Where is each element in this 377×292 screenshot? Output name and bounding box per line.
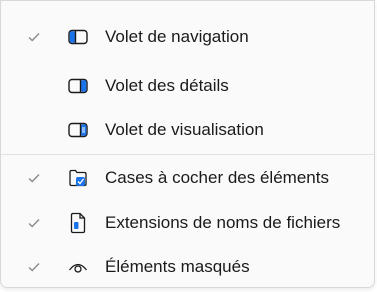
checkmark-icon bbox=[27, 216, 41, 230]
show-menu: Volet de navigation Volet des détails Vo… bbox=[0, 0, 375, 288]
hidden-items-eye-icon bbox=[67, 256, 89, 278]
menu-item-label: Cases à cocher des éléments bbox=[105, 168, 329, 187]
checkmark-icon bbox=[27, 171, 41, 185]
preview-pane-icon bbox=[67, 119, 89, 141]
menu-item-navigation-pane[interactable]: Volet de navigation bbox=[1, 18, 374, 56]
menu-item-hidden-items[interactable]: Éléments masqués bbox=[1, 248, 374, 286]
navigation-pane-icon bbox=[67, 26, 89, 48]
menu-item-label: Volet de visualisation bbox=[105, 120, 264, 139]
menu-item-label: Volet de navigation bbox=[105, 27, 249, 46]
menu-separator bbox=[1, 154, 374, 155]
item-checkboxes-icon bbox=[67, 167, 89, 189]
checkmark-icon bbox=[27, 30, 41, 44]
menu-item-preview-pane[interactable]: Volet de visualisation bbox=[1, 111, 374, 149]
menu-item-file-extensions[interactable]: Extensions de noms de fichiers bbox=[1, 204, 374, 242]
menu-item-item-checkboxes[interactable]: Cases à cocher des éléments bbox=[1, 159, 374, 197]
menu-item-label: Extensions de noms de fichiers bbox=[105, 213, 341, 232]
file-extension-icon bbox=[67, 212, 89, 234]
menu-item-label: Volet des détails bbox=[105, 76, 229, 95]
menu-item-label: Éléments masqués bbox=[105, 257, 250, 276]
details-pane-icon bbox=[67, 75, 89, 97]
checkmark-icon bbox=[27, 260, 41, 274]
menu-item-details-pane[interactable]: Volet des détails bbox=[1, 67, 374, 105]
